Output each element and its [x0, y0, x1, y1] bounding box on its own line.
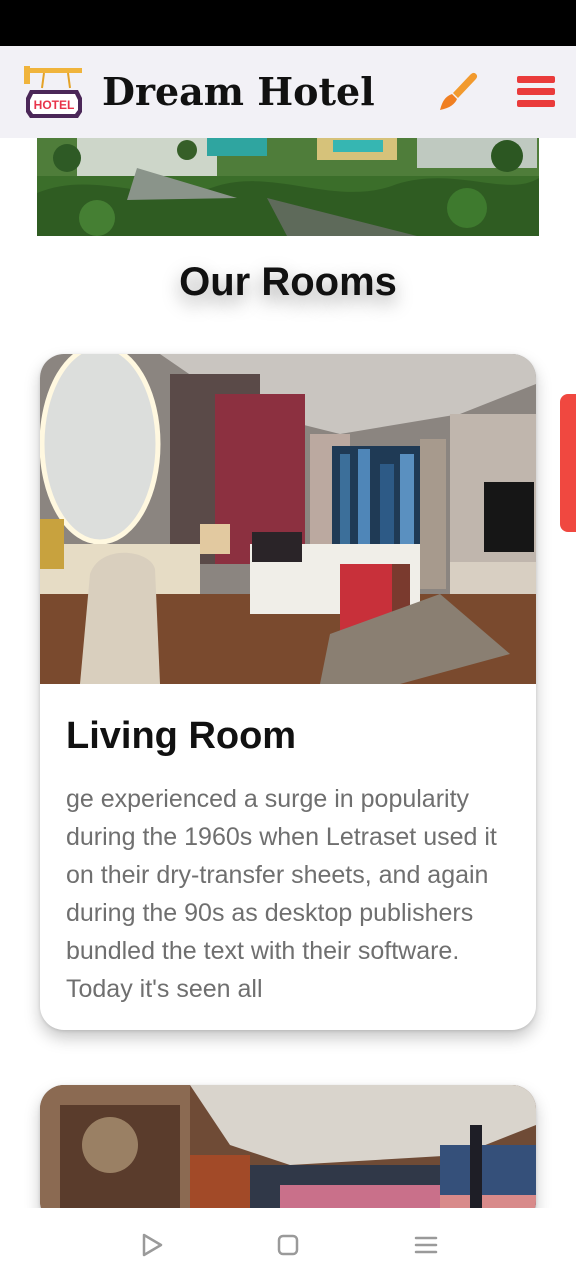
room-card[interactable]: [40, 1085, 536, 1225]
square-home-icon[interactable]: [271, 1228, 305, 1262]
triangle-back-icon[interactable]: [134, 1228, 168, 1262]
room-photo: [40, 1085, 536, 1225]
section-title: Our Rooms: [179, 260, 397, 304]
scrollbar-thumb[interactable]: [560, 394, 576, 532]
status-bar: [0, 0, 576, 46]
lines-menu-icon[interactable]: [409, 1228, 443, 1262]
room-title: Living Room: [66, 715, 297, 757]
hamburger-menu-icon[interactable]: [514, 72, 558, 112]
room-photo: [40, 354, 536, 684]
system-navigation-bar: [0, 1208, 576, 1280]
app-title: Dream Hotel: [102, 69, 375, 114]
logo-text: HOTEL: [34, 98, 75, 112]
hotel-sign-icon: HOTEL: [24, 66, 82, 118]
room-card[interactable]: Living Room ge experienced a surge in po…: [40, 354, 536, 1030]
hotel-aerial-image: [37, 138, 539, 236]
paint-brush-icon[interactable]: [436, 70, 480, 116]
room-description: ge experienced a surge in popularity dur…: [66, 785, 497, 1003]
